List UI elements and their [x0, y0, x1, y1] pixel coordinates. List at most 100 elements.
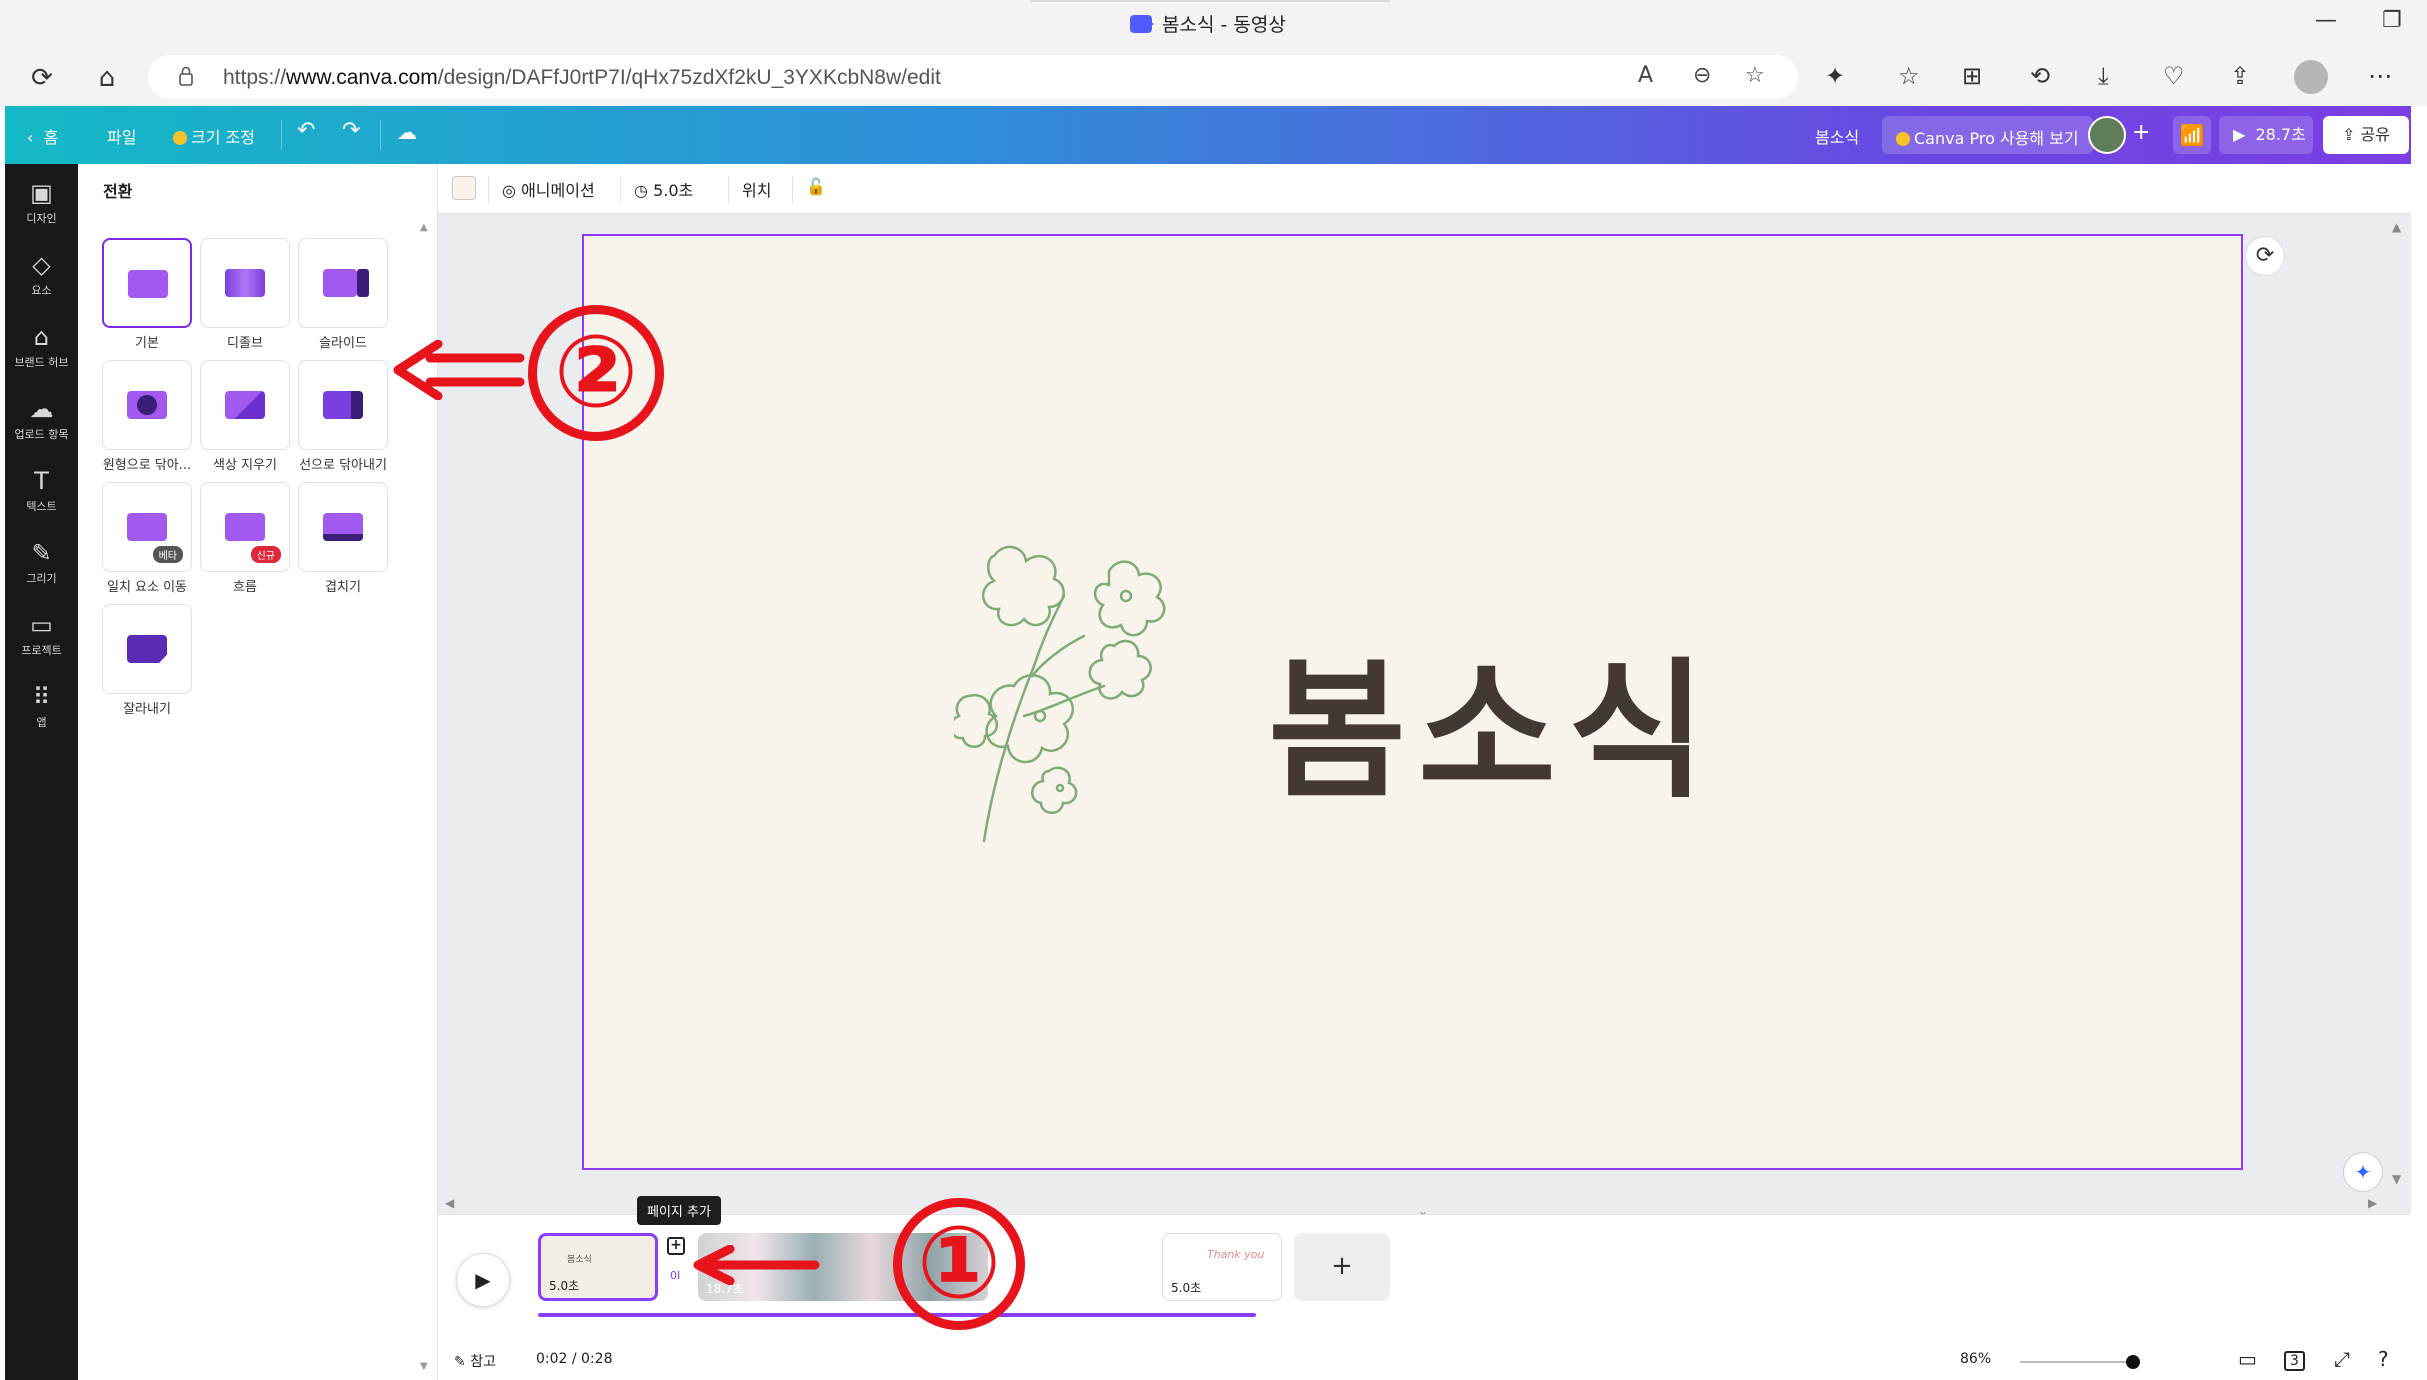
animation-icon: ◎: [502, 181, 516, 200]
circle-shape: [137, 395, 157, 415]
scroll-left-icon[interactable]: ◀: [445, 1196, 454, 1210]
home-icon[interactable]: ⌂: [91, 62, 123, 94]
duration-button[interactable]: ◷ 5.0초: [634, 177, 693, 201]
annotation-circle-2: ②: [528, 305, 664, 441]
page-count-button[interactable]: 3: [2284, 1351, 2305, 1371]
transition-thumb: [127, 391, 167, 419]
tab-indicator: [1030, 0, 1390, 2]
rail-item-uploads[interactable]: ☁ 업로드 항목: [5, 394, 78, 442]
transition-color-wipe[interactable]: [200, 360, 290, 450]
rail-item-text[interactable]: T 텍스트: [5, 466, 78, 514]
more-icon[interactable]: ⋯: [2368, 62, 2392, 90]
help-icon[interactable]: ?: [2378, 1347, 2389, 1371]
notes-button[interactable]: ✎ 참고: [454, 1351, 496, 1371]
transition-circle-wipe[interactable]: [102, 360, 192, 450]
animate-button[interactable]: ◎ 애니메이션: [502, 177, 595, 201]
apps-icon: ⠿: [32, 683, 51, 711]
playback-progress[interactable]: [538, 1313, 1256, 1317]
transition-overlap[interactable]: [298, 482, 388, 572]
clip-thumb-text: Thank you: [1207, 1248, 1265, 1261]
scroll-down-icon[interactable]: ▼: [420, 1361, 428, 1372]
play-icon[interactable]: ▶: [456, 1253, 510, 1307]
home-link[interactable]: ‹ 홈: [27, 124, 58, 148]
undo-icon[interactable]: ↶: [297, 118, 315, 143]
divider: [728, 176, 729, 202]
browser-essentials-icon[interactable]: ♡: [2163, 62, 2185, 90]
timeline-clip-3[interactable]: Thank you 5.0초: [1162, 1233, 1282, 1301]
slide-title[interactable]: 봄소식: [1268, 610, 1718, 827]
add-collaborator-icon[interactable]: +: [2132, 120, 2150, 145]
lock-icon[interactable]: 🔓: [806, 177, 826, 196]
redo-icon[interactable]: ↷: [342, 118, 360, 143]
arrow-left-icon: [393, 340, 525, 400]
position-button[interactable]: 위치: [742, 177, 771, 201]
user-avatar[interactable]: [2088, 116, 2126, 154]
zoom-slider[interactable]: [2020, 1361, 2130, 1363]
transition-cut[interactable]: [102, 604, 192, 694]
add-clip-button[interactable]: +: [1294, 1233, 1390, 1301]
folder-icon: ▭: [30, 611, 53, 639]
timeline-clip-1[interactable]: 봄소식 5.0초: [538, 1233, 658, 1301]
magic-assistant-icon[interactable]: ✦: [2343, 1152, 2383, 1192]
design-name[interactable]: 봄소식: [1815, 124, 1859, 148]
scroll-up-icon[interactable]: ▲: [2392, 220, 2401, 234]
rail-item-projects[interactable]: ▭ 프로젝트: [5, 610, 78, 658]
editor-header: ‹ 홈 파일 크기 조정 ↶ ↷ ☁ 봄소식 Canva Pro 사용해 보기 …: [5, 106, 2411, 164]
read-aloud-icon[interactable]: A: [1638, 63, 1653, 88]
resize-button[interactable]: 크기 조정: [173, 124, 255, 148]
zoom-level[interactable]: 86%: [1960, 1351, 1991, 1367]
arrow-left-icon: [693, 1245, 820, 1285]
time-display: 0:02 / 0:28: [536, 1351, 613, 1367]
try-pro-button[interactable]: Canva Pro 사용해 보기: [1882, 116, 2093, 154]
rail-item-apps[interactable]: ⠿ 앱: [5, 682, 78, 730]
add-page-tooltip: 페이지 추가: [637, 1196, 721, 1225]
scroll-down-icon[interactable]: ▼: [2392, 1172, 2401, 1186]
profile-avatar[interactable]: [2294, 60, 2328, 94]
zoom-out-icon[interactable]: ⊖: [1693, 63, 1711, 88]
transition-flow[interactable]: 신규: [200, 482, 290, 572]
history-icon[interactable]: ⟲: [2030, 62, 2050, 90]
fullscreen-icon[interactable]: ⤢: [2334, 1347, 2350, 1371]
minimize-icon[interactable]: —: [2315, 8, 2337, 33]
transition-thumb: [127, 635, 167, 663]
transition-marker[interactable]: 0I: [670, 1269, 680, 1282]
scroll-up-icon[interactable]: ▲: [420, 222, 434, 233]
text-icon: T: [34, 467, 49, 495]
regenerate-icon[interactable]: ⟳: [2245, 236, 2285, 276]
collections-icon[interactable]: ⊞: [1962, 62, 1982, 90]
file-menu[interactable]: 파일: [107, 124, 136, 148]
address-bar[interactable]: https://www.canva.com/design/DAFfJ0rtP7I…: [148, 55, 1798, 99]
rail-item-design[interactable]: ▣ 디자인: [5, 178, 78, 226]
insights-icon[interactable]: 📶: [2173, 116, 2211, 154]
favorite-add-icon[interactable]: ☆: [1745, 63, 1765, 88]
view-pages-icon[interactable]: ▭: [2238, 1347, 2257, 1371]
background-color-swatch[interactable]: [452, 176, 476, 200]
transition-line-wipe[interactable]: [298, 360, 388, 450]
timeline: ▶ 봄소식 5.0초 + 0I 18.7초 Thank you 5.0초 + ✎…: [438, 1214, 2411, 1380]
rail-item-brand[interactable]: ⌂ 브랜드 허브: [5, 322, 78, 370]
transition-thumb: [128, 270, 168, 298]
share-button[interactable]: ⇪ 공유: [2323, 116, 2409, 154]
extensions-icon[interactable]: ✦: [1825, 62, 1845, 90]
restore-icon[interactable]: ❐: [2382, 8, 2402, 33]
favorites-icon[interactable]: ☆: [1898, 62, 1920, 90]
share-page-icon[interactable]: ⇪: [2230, 62, 2250, 90]
scroll-right-icon[interactable]: ▶: [2368, 1196, 2377, 1210]
rail-item-draw[interactable]: ✎ 그리기: [5, 538, 78, 586]
present-button[interactable]: ▶ 28.7초: [2219, 116, 2313, 154]
download-icon[interactable]: ⤓: [2098, 62, 2109, 90]
zoom-slider-handle[interactable]: [2126, 1355, 2140, 1369]
panel-title: 전환: [103, 182, 133, 201]
cloud-save-icon[interactable]: ☁: [397, 120, 417, 144]
transition-basic[interactable]: [102, 238, 192, 328]
upload-icon: ☁: [29, 395, 54, 423]
transition-dissolve[interactable]: [200, 238, 290, 328]
transition-match-move[interactable]: 베타: [102, 482, 192, 572]
browser-toolbar: ⟳ ⌂ https://www.canva.com/design/DAFfJ0r…: [0, 50, 2427, 106]
transition-slide[interactable]: [298, 238, 388, 328]
rail-item-elements[interactable]: ◇ 요소: [5, 250, 78, 298]
refresh-icon[interactable]: ⟳: [26, 62, 58, 94]
slide-edge: [357, 269, 369, 297]
add-page-icon[interactable]: +: [667, 1237, 685, 1255]
transition-label: 잘라내기: [123, 702, 171, 717]
